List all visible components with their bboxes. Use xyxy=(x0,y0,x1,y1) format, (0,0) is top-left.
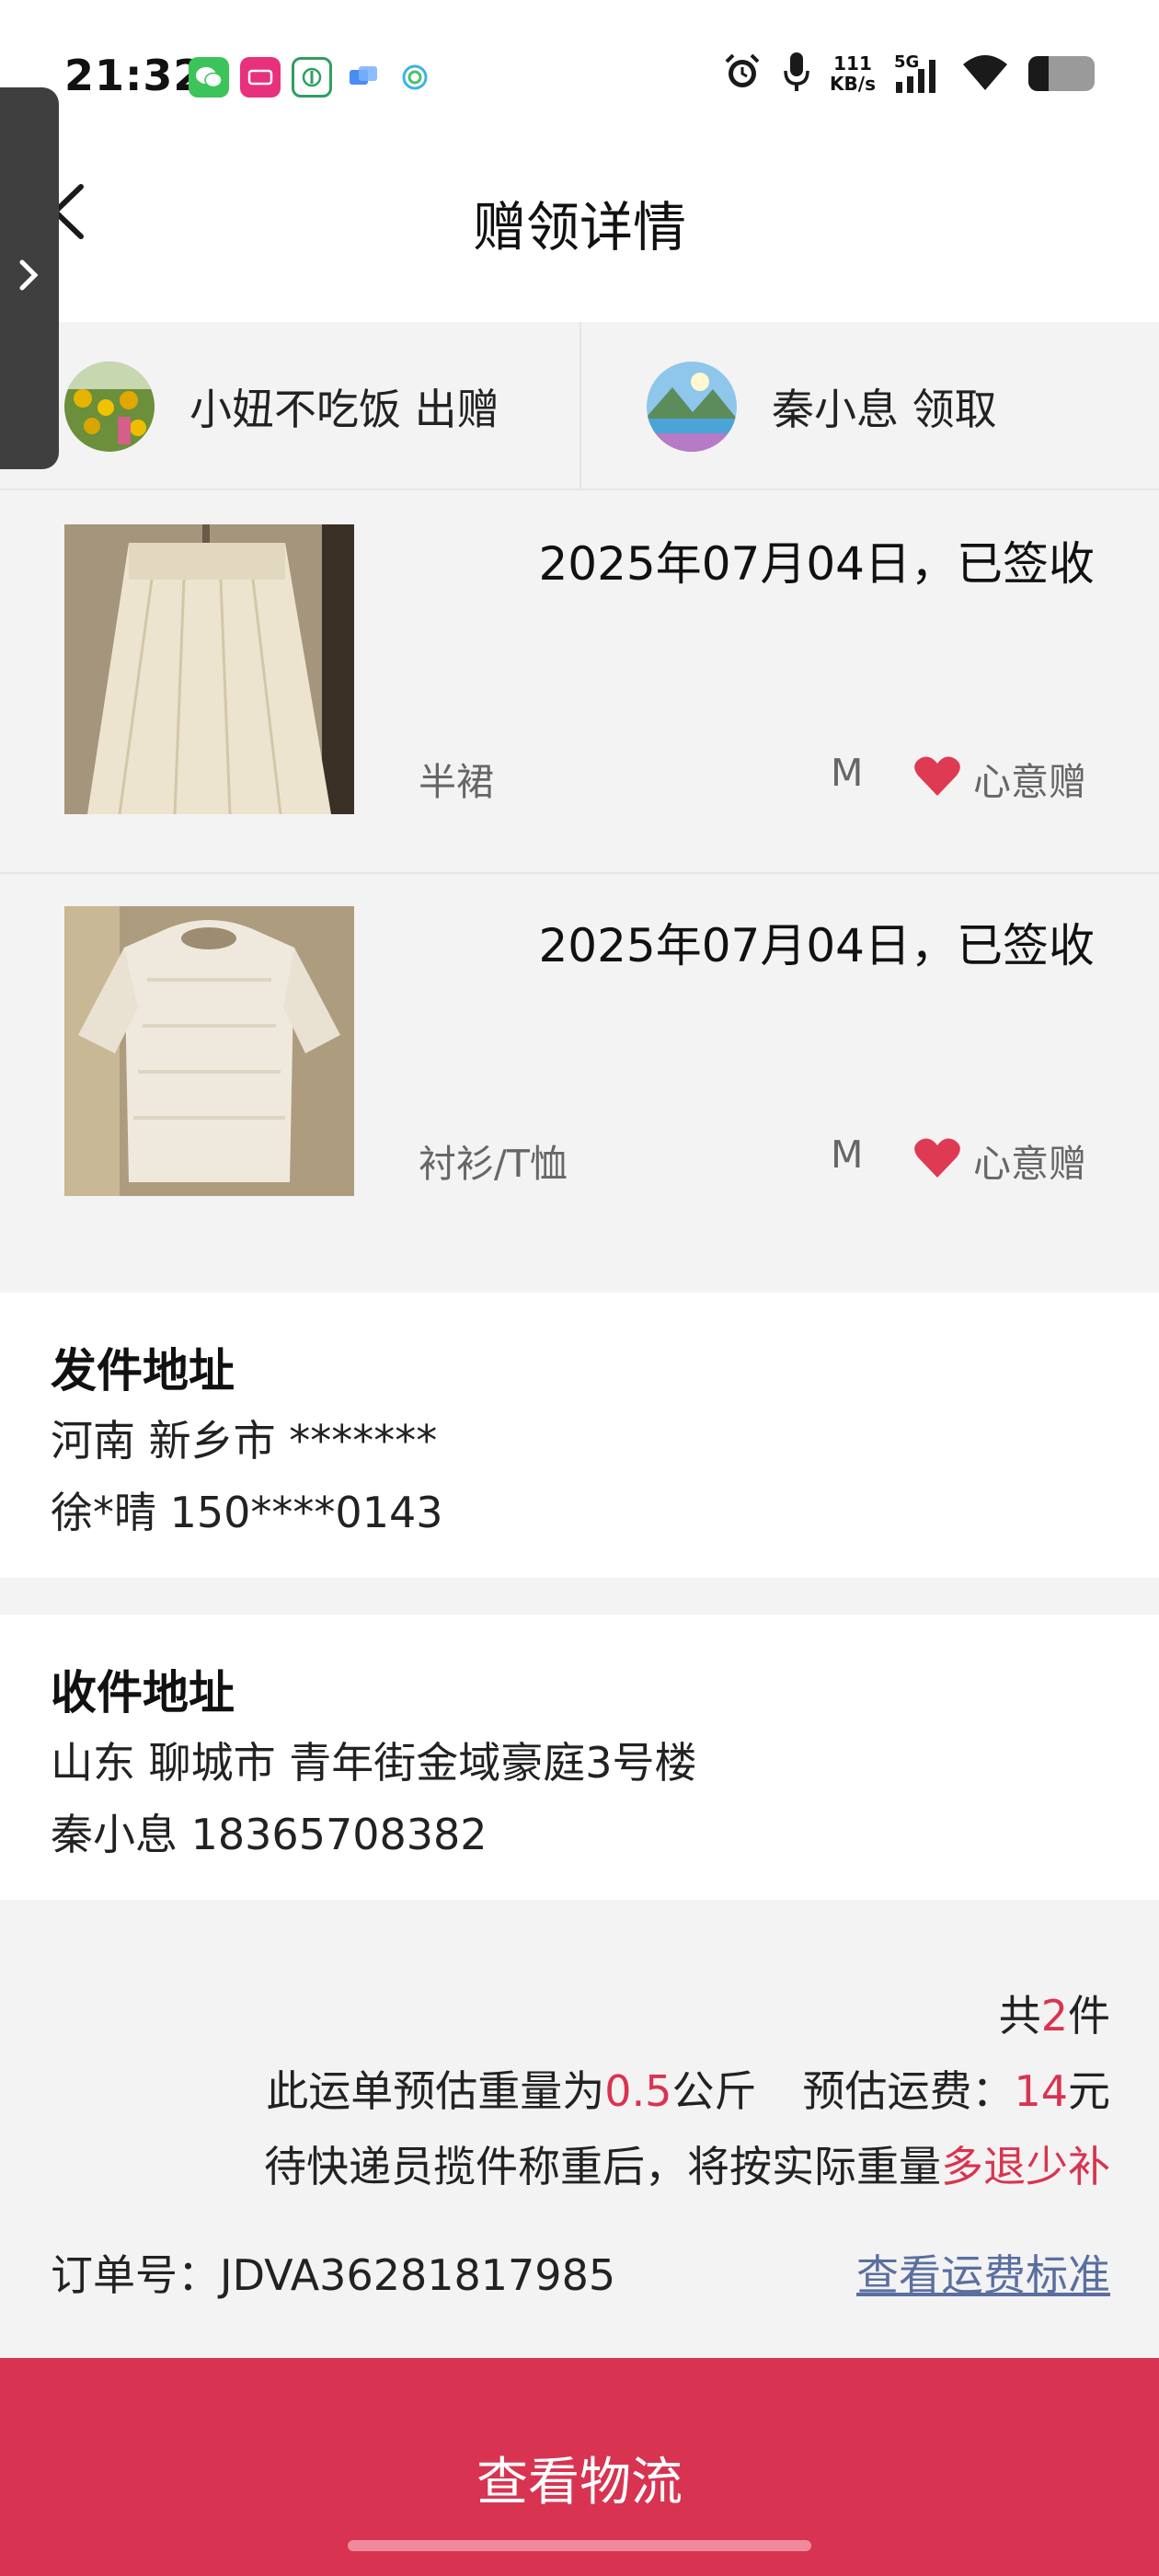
note-highlight: 多退少补 xyxy=(941,2142,1110,2191)
fee-standard-link[interactable]: 查看运费标准 xyxy=(856,2242,1110,2303)
receiver-avatar xyxy=(647,361,737,452)
battery-icon xyxy=(1028,56,1095,91)
net-speed: 111 KB/s xyxy=(830,53,876,94)
section-spacer xyxy=(0,1578,1159,1615)
weight-fee-line: 此运单预估重量为0.5公斤 预估运费：14元 xyxy=(266,2058,1110,2119)
status-bar: 21:32 111 KB/s 5G xyxy=(0,0,1159,156)
notification-icons xyxy=(189,57,435,98)
gift-item[interactable]: 2025年07月04日，已签收 半裙 M 心意赠 xyxy=(0,490,1159,872)
item-photo-blouse xyxy=(64,906,354,1196)
home-indicator[interactable] xyxy=(348,2540,811,2551)
cellular-signal-icon: 5G xyxy=(894,52,942,95)
receiver-name: 秦小息 领取 xyxy=(772,384,997,434)
view-logistics-label: 查看物流 xyxy=(476,2453,683,2513)
china-mobile-icon xyxy=(395,57,435,98)
gift-item[interactable]: 2025年07月04日，已签收 衬衫/T恤 M 心意赠 xyxy=(0,872,1159,1254)
fee-prefix: 预估运费： xyxy=(802,2066,1015,2116)
section-spacer xyxy=(0,1254,1159,1293)
sender-contact: 徐*晴 150****0143 xyxy=(51,1488,443,1537)
receiver-address-line: 山东 聊城市 青年街金域豪庭3号楼 xyxy=(51,1738,697,1788)
giver-avatar xyxy=(64,361,155,452)
party-divider xyxy=(580,322,581,490)
item-count-prefix: 共 xyxy=(998,1991,1041,2041)
heart-icon xyxy=(913,1137,961,1183)
weight-prefix: 此运单预估重量为 xyxy=(266,2066,605,2116)
receiver-contact: 秦小息 18365708382 xyxy=(51,1810,488,1859)
view-logistics-button[interactable]: 查看物流 xyxy=(0,2358,1159,2576)
receiver[interactable]: 秦小息 领取 xyxy=(647,322,1159,490)
item-count-value: 2 xyxy=(1040,1991,1068,2041)
giver-name: 小妞不吃饭 出赠 xyxy=(189,384,499,434)
net-speed-value: 111 xyxy=(833,52,872,75)
battery-level xyxy=(1028,56,1049,91)
item-photo-skirt xyxy=(64,524,354,814)
alarm-icon xyxy=(721,51,763,97)
weight-unit: 公斤 xyxy=(671,2066,757,2116)
message-app-icon xyxy=(343,57,384,98)
fee-value: 14 xyxy=(1014,2066,1068,2116)
side-drawer-handle[interactable] xyxy=(0,87,59,469)
wechat-icon xyxy=(189,57,229,98)
item-category: 半裙 xyxy=(419,760,494,804)
sender-address-card: 发件地址 河南 新乡市 ******* 徐*晴 150****0143 xyxy=(0,1293,1159,1578)
status-indicators: 111 KB/s 5G xyxy=(721,51,1095,97)
weight-value: 0.5 xyxy=(604,2066,672,2116)
chevron-right-icon xyxy=(19,259,39,291)
item-tag: 心意赠 xyxy=(973,1142,1086,1186)
receiver-address-title: 收件地址 xyxy=(51,1666,235,1719)
weight-note: 待快递员揽件称重后，将按实际重量多退少补 xyxy=(264,2133,1110,2194)
wifi-icon xyxy=(960,52,1010,96)
microphone-icon xyxy=(782,51,811,97)
bank-app-icon xyxy=(292,57,332,98)
status-time: 21:32 xyxy=(64,51,204,100)
parties-row: 小妞不吃饭 出赠 秦小息 领取 xyxy=(0,322,1159,490)
page-title: 赠领详情 xyxy=(472,196,686,259)
item-count: 共2件 xyxy=(999,1983,1110,2043)
sender-address-line: 河南 新乡市 ******* xyxy=(51,1416,438,1466)
note-prefix: 待快递员揽件称重后，将按实际重量 xyxy=(264,2142,941,2191)
receiver-address-card: 收件地址 山东 聊城市 青年街金域豪庭3号楼 秦小息 18365708382 xyxy=(0,1615,1159,1900)
item-tag: 心意赠 xyxy=(973,760,1086,804)
sender-address-title: 发件地址 xyxy=(51,1344,235,1397)
item-count-suffix: 件 xyxy=(1068,1991,1110,2041)
item-category: 衬衫/T恤 xyxy=(419,1142,568,1186)
heart-icon xyxy=(913,755,961,801)
item-date-status: 2025年07月04日，已签收 xyxy=(538,537,1096,591)
net-speed-unit: KB/s xyxy=(830,73,876,95)
fee-unit: 元 xyxy=(1068,2066,1110,2116)
order-number: 订单号：JDVA36281817985 xyxy=(51,2250,616,2300)
item-date-status: 2025年07月04日，已签收 xyxy=(538,919,1096,972)
vip-app-icon xyxy=(240,57,281,98)
item-size: M xyxy=(831,1133,864,1177)
giver[interactable]: 小妞不吃饭 出赠 xyxy=(64,322,580,490)
item-size: M xyxy=(831,751,864,795)
